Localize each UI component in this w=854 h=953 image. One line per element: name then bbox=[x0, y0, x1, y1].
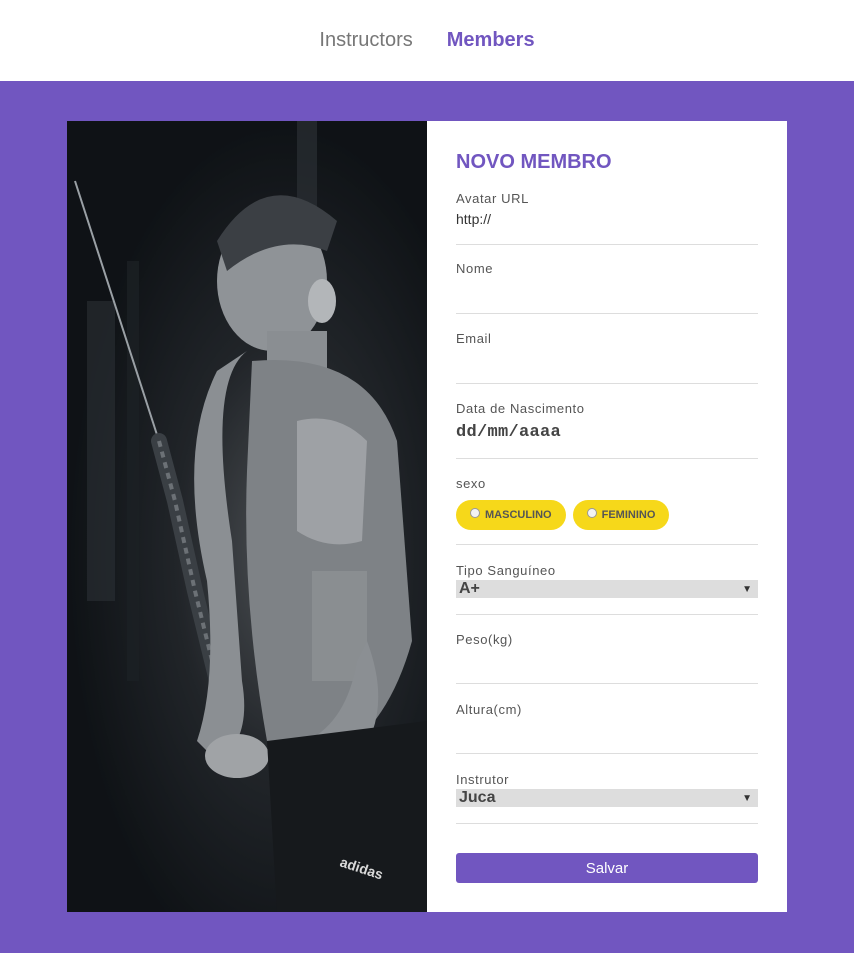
avatar-url-input[interactable]: http:// bbox=[456, 211, 758, 227]
blood-type-label: Tipo Sanguíneo bbox=[456, 563, 556, 578]
birth-date-input[interactable]: dd/mm/aaaa bbox=[456, 423, 758, 442]
dropdown-caret-icon: ▼ bbox=[742, 583, 752, 595]
form-title: NOVO MEMBRO bbox=[456, 151, 612, 173]
new-member-card: adidas NOVO MEMBRO Avatar URL http:// No… bbox=[67, 121, 787, 912]
save-button[interactable]: Salvar bbox=[456, 853, 758, 883]
gender-field: sexo MASCULINO FEMININO bbox=[456, 476, 758, 545]
blood-type-value: A+ bbox=[459, 580, 480, 597]
avatar-url-field[interactable]: Avatar URL http:// bbox=[456, 191, 758, 245]
instructor-label: Instrutor bbox=[456, 772, 510, 787]
gender-label: sexo bbox=[456, 476, 486, 491]
radio-circle-icon[interactable] bbox=[586, 508, 597, 518]
gender-option-label: MASCULINO bbox=[485, 509, 552, 521]
height-label: Altura(cm) bbox=[456, 702, 522, 717]
nav-link-members[interactable]: Members bbox=[447, 29, 535, 52]
instructor-field: Instrutor Juca ▼ bbox=[456, 772, 758, 824]
gender-option-feminino[interactable]: FEMININO bbox=[572, 500, 670, 530]
radio-circle-icon[interactable] bbox=[470, 508, 480, 518]
avatar-url-label: Avatar URL bbox=[456, 191, 529, 206]
name-label: Nome bbox=[456, 261, 494, 276]
dropdown-caret-icon: ▼ bbox=[742, 792, 752, 804]
gender-option-masculino[interactable]: MASCULINO bbox=[456, 500, 566, 530]
birth-date-field[interactable]: Data de Nascimento dd/mm/aaaa bbox=[456, 401, 758, 459]
weight-field[interactable]: Peso(kg) bbox=[456, 632, 758, 684]
instructor-value: Juca bbox=[459, 789, 496, 806]
gender-radio-group: MASCULINO FEMININO bbox=[456, 500, 758, 530]
email-field[interactable]: Email bbox=[456, 331, 758, 384]
top-navigation: Instructors Members bbox=[0, 0, 854, 81]
member-form: NOVO MEMBRO Avatar URL http:// Nome Emai… bbox=[427, 121, 787, 912]
birth-date-label: Data de Nascimento bbox=[456, 401, 585, 416]
blood-type-select[interactable]: A+ ▼ bbox=[456, 580, 758, 598]
weight-label: Peso(kg) bbox=[456, 632, 513, 647]
nav-link-instructors[interactable]: Instructors bbox=[319, 29, 412, 52]
name-field[interactable]: Nome bbox=[456, 261, 758, 314]
height-field[interactable]: Altura(cm) bbox=[456, 702, 758, 754]
email-label: Email bbox=[456, 331, 492, 346]
blood-type-field: Tipo Sanguíneo A+ ▼ bbox=[456, 563, 758, 615]
instructor-select[interactable]: Juca ▼ bbox=[456, 789, 758, 807]
athlete-photo: adidas bbox=[67, 121, 427, 912]
gender-option-label: FEMININO bbox=[601, 509, 656, 521]
